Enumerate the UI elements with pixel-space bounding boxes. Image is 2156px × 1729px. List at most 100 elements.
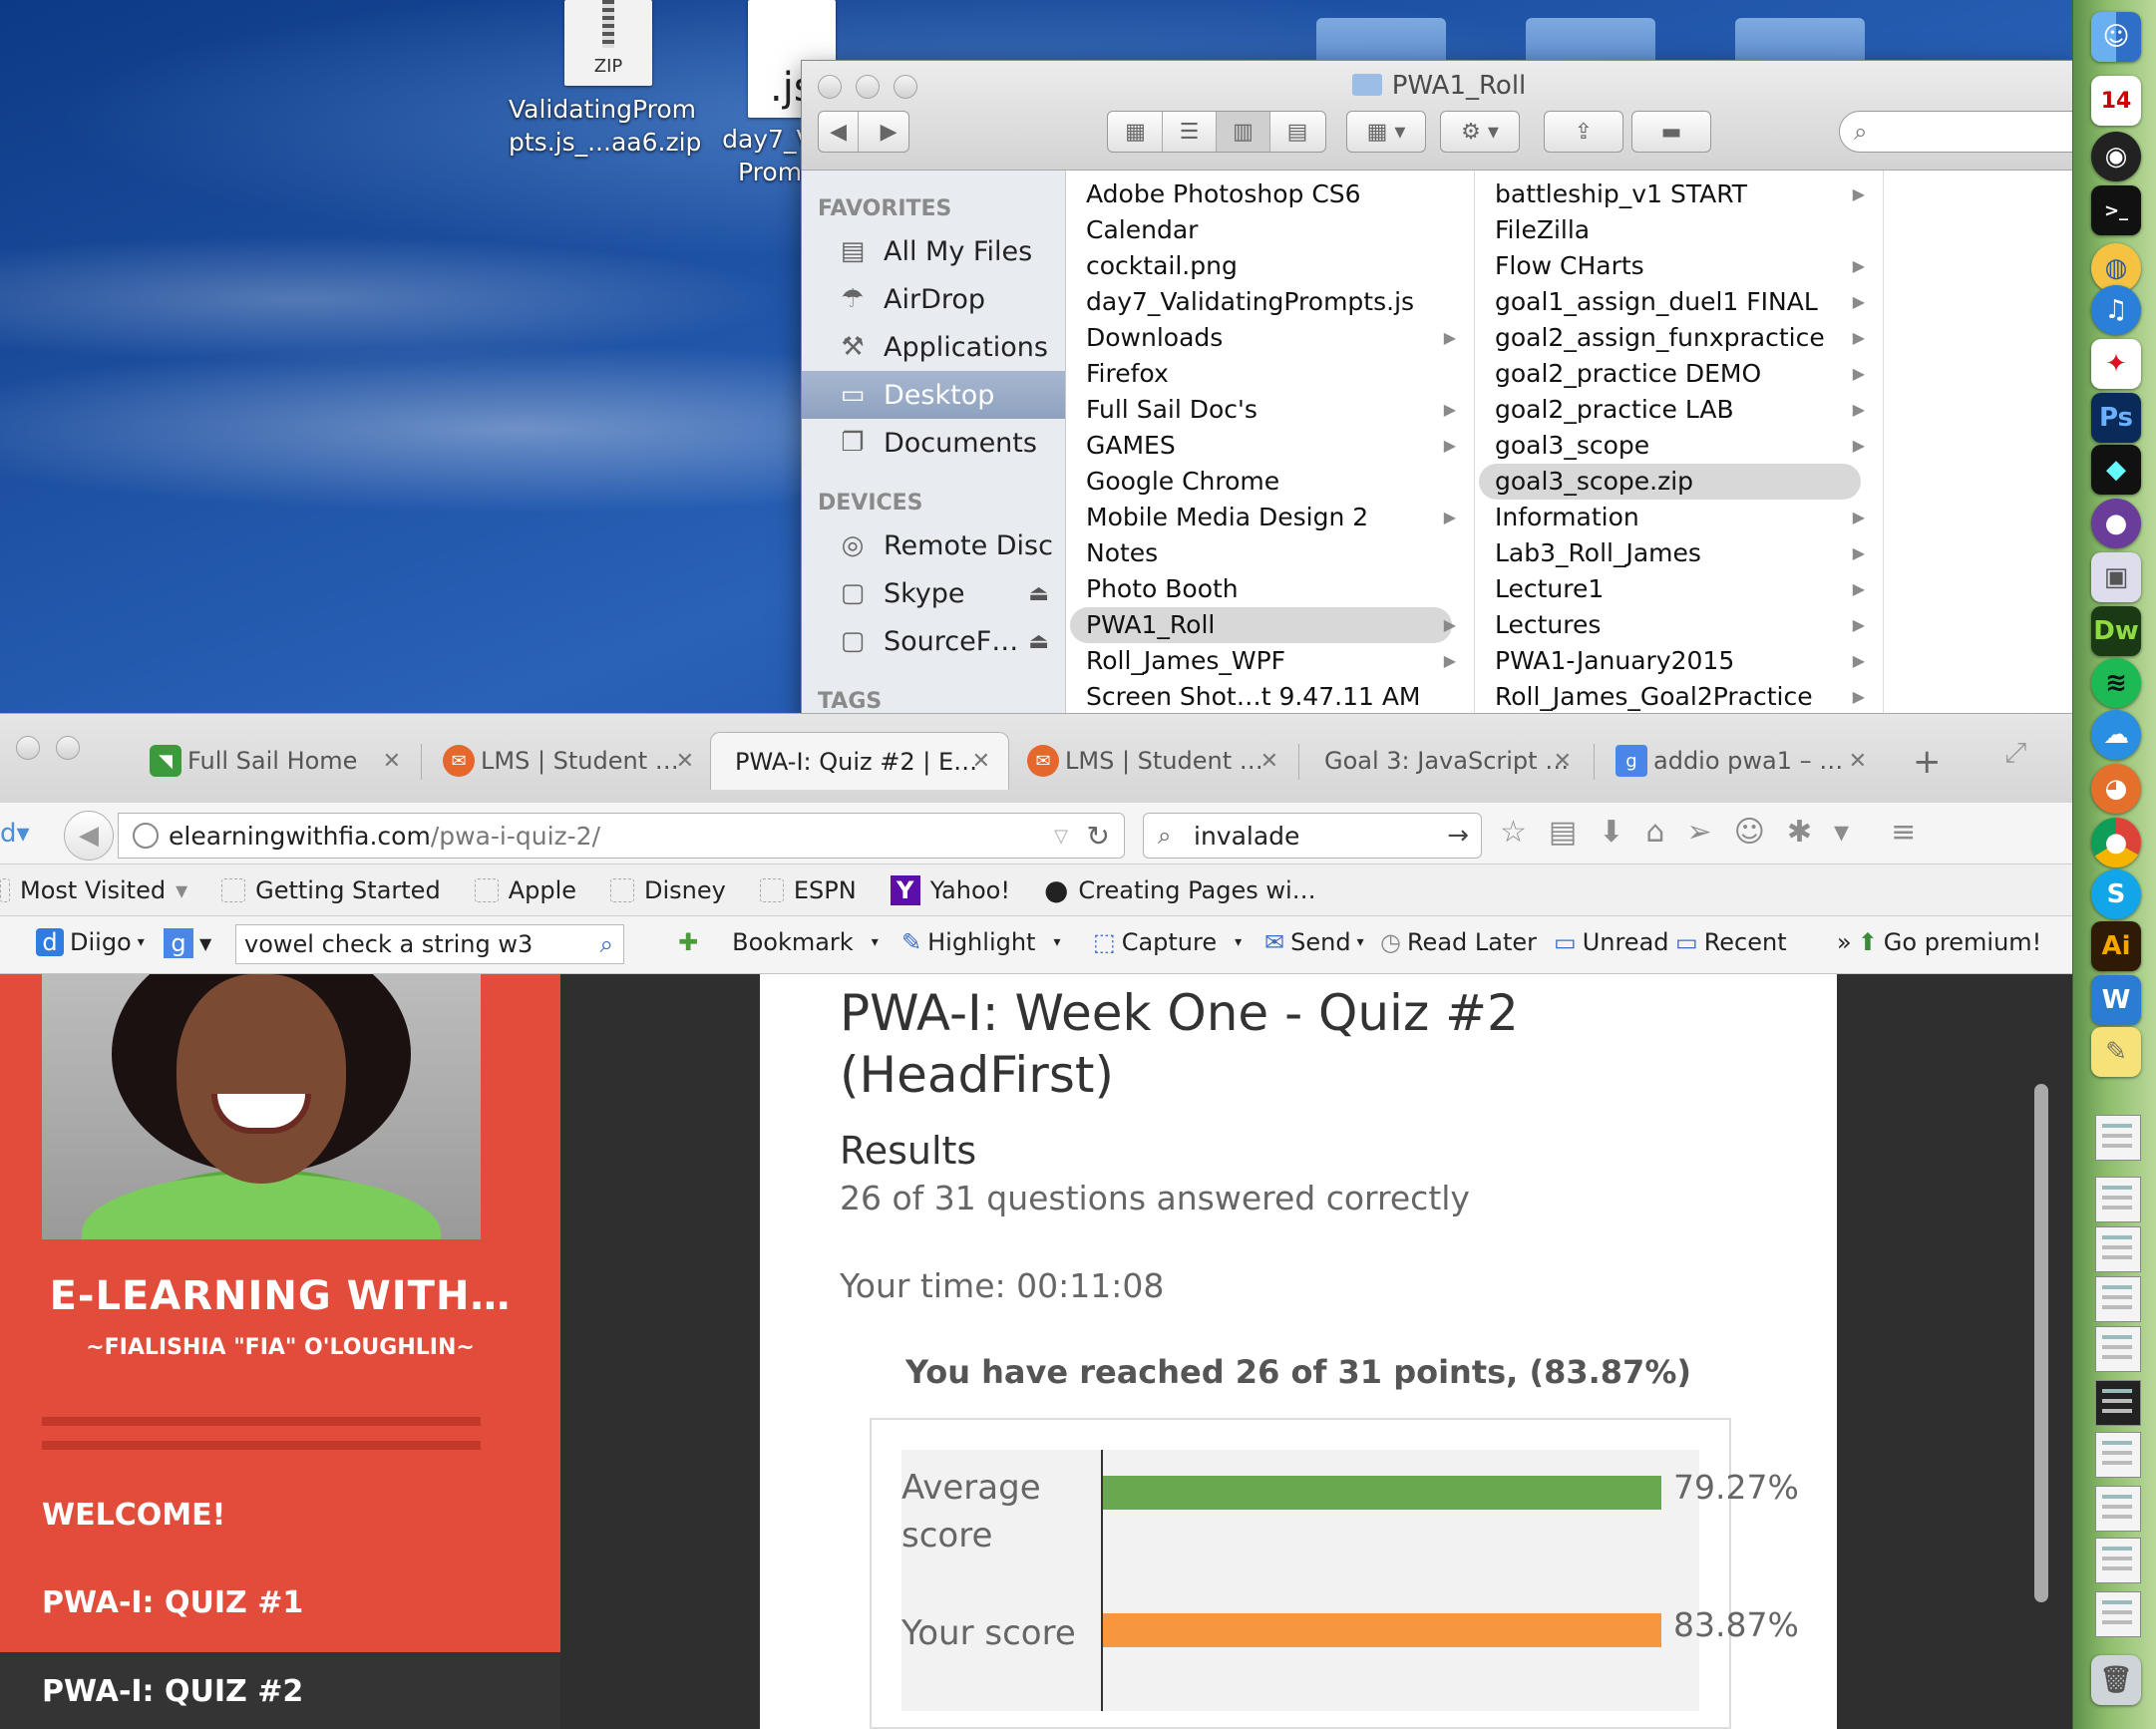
finder-row[interactable]: battleship_v1 START ▶ [1475, 176, 1883, 212]
diigo-highlight-button[interactable]: ✎ Highlight ▾ [901, 928, 1061, 956]
downloads-icon[interactable]: ⬇ [1599, 815, 1623, 850]
calendar-icon[interactable]: 14 [2091, 76, 2141, 126]
action-button[interactable]: ⚙ ▾ [1440, 111, 1520, 153]
finder-row[interactable]: Lecture1 ▶ [1475, 571, 1883, 607]
diigo-recent-button[interactable]: ▭ Recent [1675, 928, 1787, 956]
go-arrow-icon[interactable]: → [1447, 821, 1469, 851]
minimized-window-thumbnail[interactable] [2095, 1380, 2141, 1426]
bookmark-apple[interactable]: Apple [474, 876, 576, 904]
spotify-icon[interactable]: ≋ [2091, 658, 2141, 708]
finder-search-field[interactable]: ⌕ [1839, 111, 2076, 153]
tab-pwa-quiz-2[interactable]: PWA-I: Quiz #2 | E… ✕ [710, 732, 1009, 790]
bookmark-getting-started[interactable]: Getting Started [221, 876, 441, 904]
nav-quiz-1[interactable]: PWA-I: QUIZ #1 [42, 1585, 303, 1620]
preview-icon[interactable]: ▣ [2091, 552, 2141, 602]
finder-icon[interactable]: ☺ [2091, 12, 2141, 62]
finder-row[interactable]: Roll_James_WPF ▶ [1066, 643, 1474, 679]
bookmark-creating-pages[interactable]: ● Creating Pages wi… [1044, 873, 1316, 906]
search-engine-selector[interactable]: g ▼ [164, 928, 211, 958]
finder-row[interactable]: goal1_assign_duel1 FINAL ▶ [1475, 284, 1883, 320]
word-icon[interactable]: W [2091, 975, 2141, 1025]
url-history-icon[interactable]: ▽ [1054, 826, 1068, 847]
close-tab-icon[interactable]: ✕ [1849, 749, 1867, 774]
list-view-icon[interactable]: ☰ [1163, 112, 1217, 152]
minimized-window-thumbnail[interactable] [2095, 1177, 2141, 1222]
stickies-icon[interactable]: ✎ [2091, 1027, 2141, 1077]
finder-row[interactable]: day7_ValidatingPrompts.js [1066, 284, 1474, 320]
fullscreen-icon[interactable]: ⤢ [2004, 736, 2026, 770]
diigo-unread-button[interactable]: ▭ Unread [1554, 928, 1669, 956]
cloud-icon[interactable]: ☁ [2091, 710, 2141, 760]
close-tab-icon[interactable]: ✕ [383, 749, 401, 774]
tab-lms-student-2[interactable]: ✉ LMS | Student … ✕ [1007, 732, 1296, 790]
diigo-send-button[interactable]: ✉ Send ▾ [1264, 928, 1364, 956]
sidebar-item-skype[interactable]: ▢ Skype ⏏ [802, 569, 1065, 617]
back-button[interactable]: ◀ [64, 811, 114, 861]
close-tab-icon[interactable]: ✕ [1554, 749, 1572, 774]
eject-icon[interactable]: ⏏ [1028, 629, 1049, 654]
finder-row[interactable]: Mobile Media Design 2 ▶ [1066, 500, 1474, 535]
url-bar[interactable]: elearningwithfia.com/pwa-i-quiz-2/ ▽ ↻ [118, 813, 1125, 859]
minimized-window-thumbnail[interactable] [2095, 1226, 2141, 1272]
finder-row[interactable]: Screen Shot…t 9.47.11 AM [1066, 679, 1474, 715]
finder-row[interactable]: Adobe Photoshop CS6 [1066, 176, 1474, 212]
dropdown-icon[interactable]: ▾ [1834, 815, 1849, 850]
finder-row[interactable]: GAMES ▶ [1066, 428, 1474, 464]
trash-icon[interactable]: 🗑 [2091, 1655, 2141, 1705]
itunes-icon[interactable]: ♫ [2091, 285, 2141, 335]
site-title[interactable]: E-LEARNING WITH… [0, 1273, 560, 1319]
chat-icon[interactable]: ☺ [1734, 815, 1765, 850]
menu-icon[interactable]: ≡ [1891, 815, 1916, 850]
finder-row[interactable]: Photo Booth [1066, 571, 1474, 607]
finder-row[interactable]: PWA1-January2015 ▶ [1475, 643, 1883, 679]
tab-full-sail-home[interactable]: ◥ Full Sail Home ✕ [130, 732, 419, 790]
forward-arrow-icon[interactable]: ▶ [869, 112, 908, 152]
bookmark-most-visited[interactable]: Most Visited ▾ [0, 876, 187, 904]
search-bar[interactable]: ⌕ invalade → [1143, 813, 1482, 859]
unity-icon[interactable]: ◆ [2091, 445, 2141, 495]
sidebar-item-airdrop[interactable]: ☂ AirDrop [802, 275, 1065, 323]
acrobat-icon[interactable]: ✦ [2091, 339, 2141, 389]
close-tab-icon[interactable]: ✕ [972, 749, 990, 774]
finder-row[interactable]: goal2_practice DEMO ▶ [1475, 356, 1883, 392]
minimized-window-thumbnail[interactable] [2095, 1486, 2141, 1532]
finder-row[interactable]: Roll_James_Goal2Practice ▶ [1475, 679, 1883, 715]
finder-row[interactable]: goal3_scope.zip [1479, 464, 1861, 500]
illustrator-icon[interactable]: Ai [2091, 921, 2141, 971]
minimized-window-thumbnail[interactable] [2095, 1538, 2141, 1583]
finder-row[interactable]: Google Chrome [1066, 464, 1474, 500]
reload-icon[interactable]: ↻ [1087, 820, 1110, 853]
eject-icon[interactable]: ⏏ [1028, 581, 1049, 606]
diigo-go-premium-button[interactable]: » ⬆ Go premium! [1837, 928, 2041, 956]
sidebar-item-all-my-files[interactable]: ▤ All My Files [802, 227, 1065, 275]
finder-row[interactable]: Lectures ▶ [1475, 607, 1883, 643]
new-tab-icon[interactable]: + [1913, 742, 1942, 782]
diigo-search-input[interactable]: vowel check a string w3 ⌕ [235, 924, 624, 964]
home-icon[interactable]: ⌂ [1645, 815, 1664, 850]
column-view-icon[interactable]: ▥ [1217, 112, 1270, 152]
arrange-button[interactable]: ▦ ▾ [1346, 111, 1426, 153]
finder-row[interactable]: FileZilla [1475, 212, 1883, 248]
finder-row[interactable]: Information ▶ [1475, 500, 1883, 535]
coverflow-view-icon[interactable]: ▤ [1270, 112, 1324, 152]
tab-addio-pwa1[interactable]: g addio pwa1 – … ✕ [1596, 732, 1885, 790]
sidebar-item-sourcef[interactable]: ▢ SourceF… ⏏ [802, 617, 1065, 665]
minimized-window-thumbnail[interactable] [2095, 1115, 2141, 1161]
tab-lms-student[interactable]: ✉ LMS | Student … ✕ [423, 732, 712, 790]
sidebar-item-desktop[interactable]: ▭ Desktop [802, 371, 1065, 419]
bookmark-disney[interactable]: Disney [610, 876, 726, 904]
nav-quiz-2[interactable]: PWA-I: QUIZ #2 [42, 1674, 303, 1709]
tab-goal-3-javascript[interactable]: Goal 3: JavaScript … ✕ [1300, 732, 1590, 790]
close-tab-icon[interactable]: ✕ [1260, 749, 1278, 774]
github-icon[interactable]: ● [2091, 499, 2141, 548]
finder-row[interactable]: goal2_assign_funxpractice ▶ [1475, 320, 1883, 356]
finder-row[interactable]: Full Sail Doc's ▶ [1066, 392, 1474, 428]
page-scrollbar[interactable] [2034, 1014, 2048, 1712]
nav-welcome[interactable]: WELCOME! [42, 1498, 225, 1533]
desktop-zip-file[interactable]: ZIP ValidatingProm pts.js_...aa6.zip [509, 0, 708, 159]
close-button[interactable] [16, 736, 40, 760]
firefox-icon[interactable]: ◕ [2091, 764, 2141, 814]
obs-icon[interactable]: ◉ [2091, 132, 2141, 181]
minimize-button[interactable] [56, 736, 80, 760]
dreamweaver-icon[interactable]: Dw [2091, 606, 2141, 656]
